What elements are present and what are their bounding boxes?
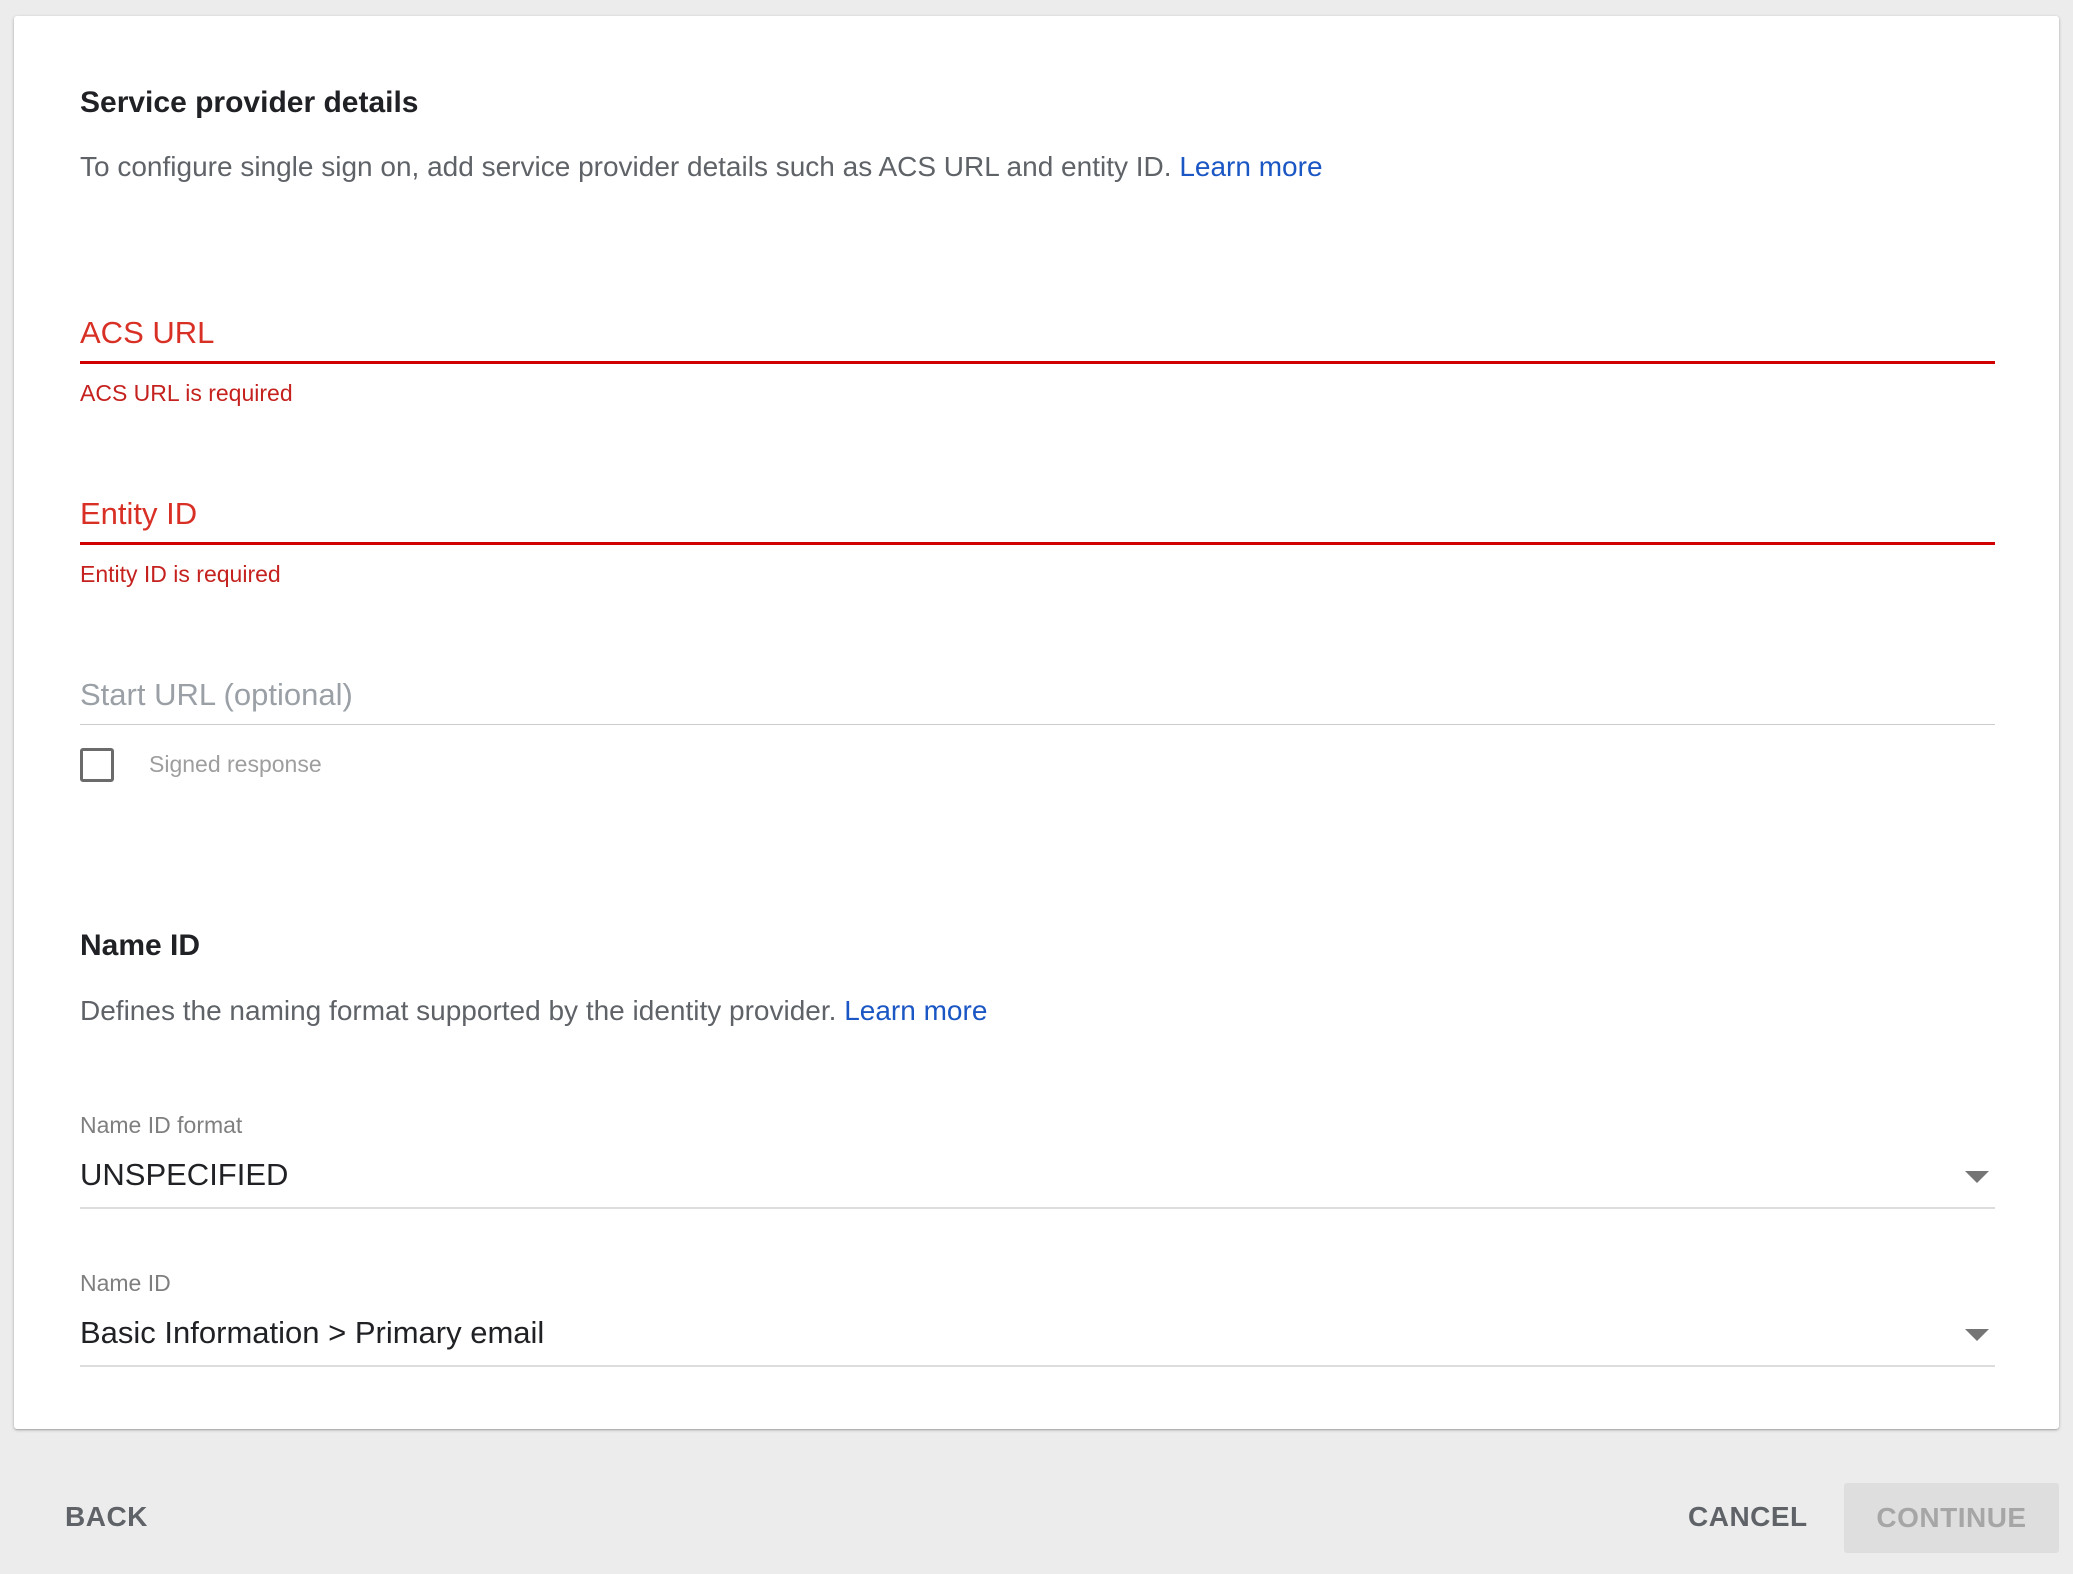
name-id-description-text: Defines the naming format supported by t…: [80, 995, 837, 1026]
name-id-description: Defines the naming format supported by t…: [80, 995, 987, 1027]
name-id-format-select[interactable]: Name ID format UNSPECIFIED: [80, 1112, 1995, 1212]
service-provider-learn-more-link[interactable]: Learn more: [1179, 151, 1322, 182]
name-id-select[interactable]: Name ID Basic Information > Primary emai…: [80, 1270, 1995, 1370]
name-id-learn-more-link[interactable]: Learn more: [844, 995, 987, 1026]
name-id-format-value: UNSPECIFIED: [80, 1157, 289, 1192]
entity-id-error: Entity ID is required: [80, 561, 281, 587]
name-id-underline: [80, 1365, 1995, 1367]
start-url-field[interactable]: Start URL (optional): [80, 675, 1995, 729]
start-url-placeholder: Start URL (optional): [80, 677, 353, 712]
acs-url-error: ACS URL is required: [80, 380, 293, 406]
start-url-underline: [80, 724, 1995, 725]
name-id-value: Basic Information > Primary email: [80, 1315, 545, 1350]
acs-url-underline: [80, 361, 1995, 364]
dropdown-arrow-icon: [1965, 1329, 1989, 1341]
back-button[interactable]: BACK: [65, 1501, 148, 1533]
service-provider-description: To configure single sign on, add service…: [80, 151, 1323, 183]
service-provider-description-text: To configure single sign on, add service…: [80, 151, 1172, 182]
name-id-format-label: Name ID format: [80, 1112, 243, 1138]
signed-response-label: Signed response: [149, 751, 322, 777]
service-provider-title: Service provider details: [80, 86, 419, 119]
sso-settings-card: Service provider details To configure si…: [14, 16, 2059, 1429]
name-id-section-title: Name ID: [80, 929, 201, 962]
name-id-label: Name ID: [80, 1270, 171, 1296]
name-id-format-underline: [80, 1207, 1995, 1209]
acs-url-placeholder: ACS URL: [80, 315, 215, 350]
signed-response-checkbox[interactable]: [80, 748, 114, 782]
signed-response-row[interactable]: Signed response: [80, 746, 680, 790]
entity-id-field[interactable]: Entity ID: [80, 494, 1995, 548]
entity-id-placeholder: Entity ID: [80, 496, 198, 531]
entity-id-underline: [80, 542, 1995, 545]
cancel-button[interactable]: CANCEL: [1688, 1501, 1808, 1533]
acs-url-field[interactable]: ACS URL: [80, 313, 1995, 367]
continue-button[interactable]: CONTINUE: [1844, 1483, 2059, 1553]
dropdown-arrow-icon: [1965, 1171, 1989, 1183]
